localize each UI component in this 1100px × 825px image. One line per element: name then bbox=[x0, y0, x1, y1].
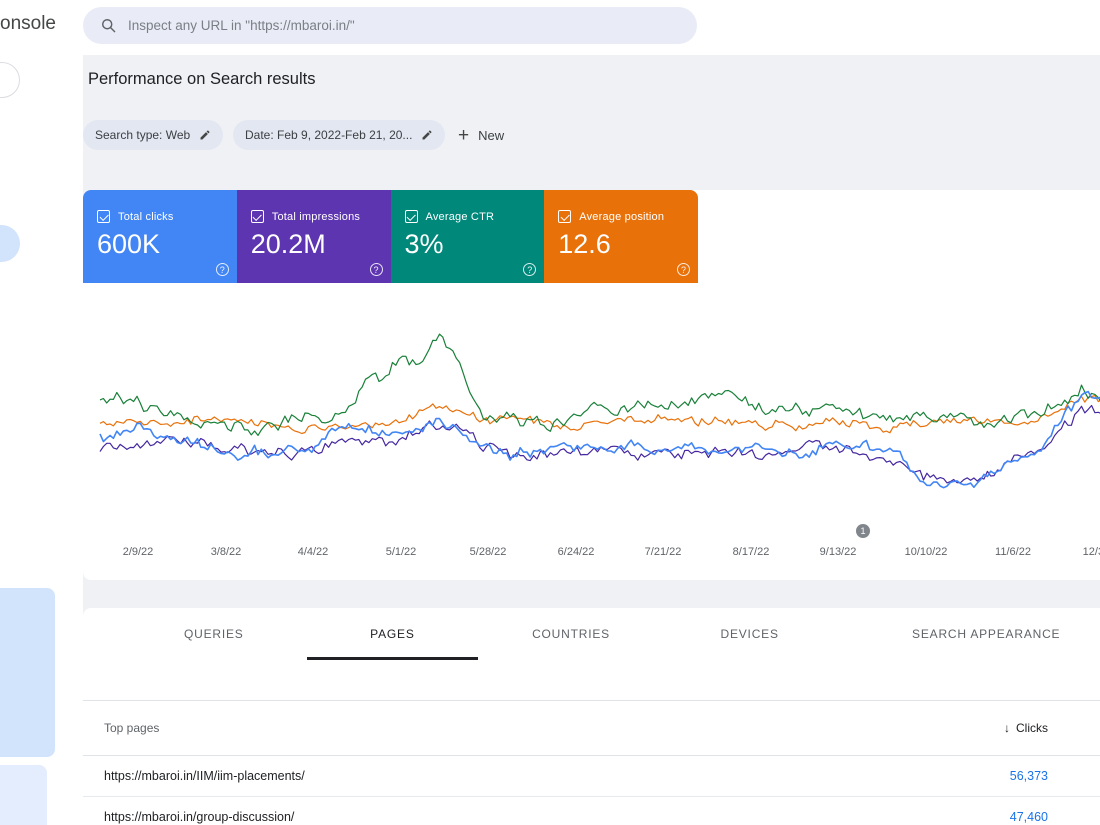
checkbox-checked-icon[interactable] bbox=[251, 210, 264, 223]
x-axis-label: 4/4/22 bbox=[298, 546, 329, 558]
x-axis-label: 5/1/22 bbox=[386, 546, 417, 558]
edit-pencil-icon[interactable] bbox=[421, 129, 433, 141]
chart-series-total-clicks bbox=[100, 392, 1100, 488]
search-console-screen: onsole Performance on Search results Sea… bbox=[0, 0, 1100, 825]
new-filter-label: New bbox=[478, 128, 504, 143]
metric-card-average-ctr[interactable]: Average CTR 3% ? bbox=[391, 190, 545, 283]
metric-label: Total clicks bbox=[118, 211, 174, 223]
metric-summary-cards: Total clicks 600K ? Total impressions 20… bbox=[83, 190, 698, 283]
metric-label: Total impressions bbox=[272, 211, 360, 223]
search-icon bbox=[100, 17, 117, 34]
table-header-row: Top pages ↓ Clicks bbox=[83, 700, 1100, 756]
x-axis-label: 5/28/22 bbox=[470, 546, 507, 558]
x-axis-label: 11/6/22 bbox=[995, 546, 1031, 558]
clicks-value: 47,460 bbox=[1010, 810, 1048, 824]
metric-value: 3% bbox=[405, 229, 545, 260]
dimension-tabs: QUERIES PAGES COUNTRIES DEVICES SEARCH A… bbox=[83, 608, 1100, 660]
table-row[interactable]: https://mbaroi.in/group-discussion/ 47,4… bbox=[83, 797, 1100, 825]
checkbox-checked-icon[interactable] bbox=[558, 210, 571, 223]
x-axis-label: 7/21/22 bbox=[645, 546, 682, 558]
tab-countries[interactable]: COUNTRIES bbox=[485, 608, 657, 660]
edit-pencil-icon[interactable] bbox=[199, 129, 211, 141]
brand-logo-partial: onsole bbox=[0, 13, 56, 35]
tab-queries[interactable]: QUERIES bbox=[128, 608, 300, 660]
chart-series-total-impressions bbox=[100, 406, 1100, 483]
tab-devices[interactable]: DEVICES bbox=[664, 608, 836, 660]
filter-chip-label: Date: Feb 9, 2022-Feb 21, 20... bbox=[245, 128, 412, 142]
metric-card-total-clicks[interactable]: Total clicks 600K ? bbox=[83, 190, 237, 283]
x-axis-label: 10/10/22 bbox=[905, 546, 948, 558]
help-icon[interactable]: ? bbox=[216, 263, 229, 276]
checkbox-checked-icon[interactable] bbox=[97, 210, 110, 223]
sidebar-fragment-bottom bbox=[0, 765, 47, 825]
checkbox-checked-icon[interactable] bbox=[405, 210, 418, 223]
sidebar-selected-item-highlight[interactable] bbox=[0, 225, 20, 262]
new-filter-button[interactable]: + New bbox=[450, 120, 512, 150]
help-icon[interactable]: ? bbox=[370, 263, 383, 276]
metric-value: 12.6 bbox=[558, 229, 698, 260]
clicks-sort-header[interactable]: ↓ Clicks bbox=[1004, 721, 1048, 735]
help-icon[interactable]: ? bbox=[677, 263, 690, 276]
x-axis-label: 2/9/22 bbox=[123, 546, 154, 558]
x-axis-label: 8/17/22 bbox=[733, 546, 770, 558]
clicks-column-label: Clicks bbox=[1016, 721, 1048, 735]
x-axis-label: 9/13/22 bbox=[820, 546, 857, 558]
clicks-value: 56,373 bbox=[1010, 769, 1048, 783]
tab-search-appearance[interactable]: SEARCH APPEARANCE bbox=[872, 608, 1100, 660]
filter-chip-label: Search type: Web bbox=[95, 128, 190, 142]
page-url-link[interactable]: https://mbaroi.in/group-discussion/ bbox=[104, 810, 294, 824]
metric-label: Average position bbox=[579, 211, 664, 223]
page-url-link[interactable]: https://mbaroi.in/IIM/iim-placements/ bbox=[104, 769, 305, 783]
metric-label: Average CTR bbox=[426, 211, 495, 223]
sort-arrow-down-icon: ↓ bbox=[1004, 721, 1010, 735]
help-icon[interactable]: ? bbox=[523, 263, 536, 276]
tab-pages[interactable]: PAGES bbox=[307, 608, 479, 660]
plus-icon: + bbox=[458, 126, 469, 145]
filter-chip-search-type[interactable]: Search type: Web bbox=[83, 120, 223, 150]
x-axis-label: 6/24/22 bbox=[558, 546, 595, 558]
metric-card-total-impressions[interactable]: Total impressions 20.2M ? bbox=[237, 190, 391, 283]
x-axis-label: 12/3/22 bbox=[1083, 546, 1100, 558]
metric-value: 600K bbox=[97, 229, 237, 260]
url-inspect-searchbar[interactable] bbox=[83, 7, 697, 44]
x-axis-label: 3/8/22 bbox=[211, 546, 242, 558]
sidebar-collapse-button[interactable] bbox=[0, 62, 20, 98]
chart-annotation-marker[interactable]: 1 bbox=[856, 524, 870, 538]
search-input[interactable] bbox=[128, 18, 697, 33]
table-column-top-pages: Top pages bbox=[104, 721, 159, 735]
metric-card-average-position[interactable]: Average position 12.6 ? bbox=[544, 190, 698, 283]
dimensions-table-card: QUERIES PAGES COUNTRIES DEVICES SEARCH A… bbox=[83, 608, 1100, 825]
performance-line-chart[interactable] bbox=[83, 300, 1100, 520]
sidebar-fragment-top bbox=[0, 588, 55, 757]
metric-value: 20.2M bbox=[251, 229, 391, 260]
filter-chip-date[interactable]: Date: Feb 9, 2022-Feb 21, 20... bbox=[233, 120, 445, 150]
page-title: Performance on Search results bbox=[88, 70, 315, 89]
table-row[interactable]: https://mbaroi.in/IIM/iim-placements/ 56… bbox=[83, 756, 1100, 797]
